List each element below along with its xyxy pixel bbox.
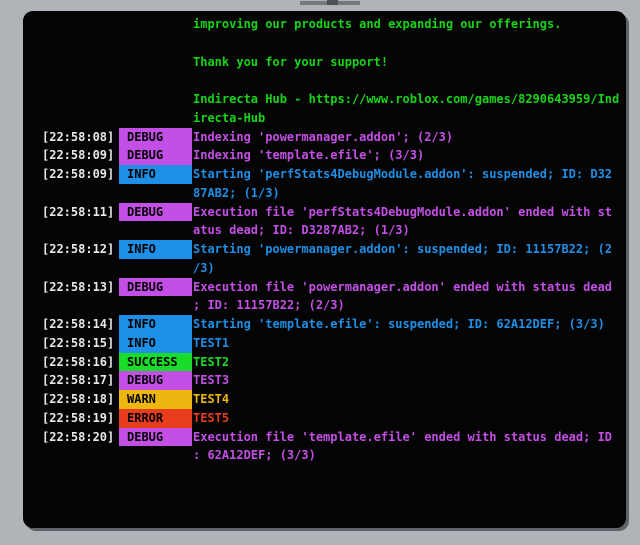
log-timestamp: [22:58:18] — [42, 392, 115, 406]
log-level-badge: DEBUG — [119, 127, 192, 147]
log-timestamp: [22:58:19] — [42, 410, 115, 425]
log-message: Execution file 'template.efile' ended wi… — [193, 429, 613, 463]
log-output: [22:58:08] DEBUG Indexing 'powermanager.… — [23, 127, 626, 466]
log-level-badge: INFO — [119, 315, 192, 334]
log-message: Execution file 'perfStats4DebugModule.ad… — [193, 204, 613, 238]
banner-line: irecta-Hub — [193, 110, 266, 125]
log-message: TEST3 — [193, 373, 230, 388]
log-level-badge: DEBUG — [119, 202, 192, 222]
log-message: TEST4 — [193, 392, 230, 406]
banner-text: improving our products and expanding our… — [23, 15, 626, 128]
banner-line — [193, 71, 626, 90]
log-level-badge: SUCCESS — [119, 352, 192, 372]
log-level-badge: INFO — [119, 333, 192, 353]
log-level-badge: WARN — [119, 390, 192, 409]
log-message: Indexing 'template.efile'; (3/3) — [193, 148, 425, 163]
log-entry: [22:58:11] DEBUG Execution file 'perfSta… — [23, 202, 626, 241]
log-entry: [22:58:16] SUCCESS TEST2 — [23, 352, 626, 372]
log-entry: [22:58:12] INFO Starting 'powermanager.a… — [23, 240, 626, 278]
banner-line: Indirecta Hub - https://www.roblox.com/g… — [193, 92, 620, 106]
log-level-badge: DEBUG — [119, 371, 192, 390]
log-timestamp: [22:58:20] — [42, 429, 115, 444]
terminal-window[interactable]: improving our products and expanding our… — [23, 11, 626, 528]
log-timestamp: [22:58:13] — [42, 279, 115, 294]
log-entry: [22:58:09] DEBUG Indexing 'template.efil… — [23, 146, 626, 165]
banner-line: improving our products and expanding our… — [193, 17, 562, 31]
log-level-badge: ERROR — [119, 408, 192, 428]
log-timestamp: [22:58:17] — [42, 373, 115, 388]
log-entry: [22:58:18] WARN TEST4 — [23, 390, 626, 409]
log-level-badge: INFO — [119, 165, 192, 184]
log-entry: [22:58:09] INFO Starting 'perfStats4Debu… — [23, 165, 626, 203]
log-entry: [22:58:19] ERROR TEST5 — [23, 408, 626, 428]
log-level-badge: DEBUG — [119, 277, 192, 297]
log-message: TEST1 — [193, 335, 230, 350]
desktop-top-bar-handle — [327, 0, 338, 5]
log-message: TEST5 — [193, 410, 230, 425]
log-level-badge: DEBUG — [119, 427, 192, 447]
log-entry: [22:58:17] DEBUG TEST3 — [23, 371, 626, 390]
log-timestamp: [22:58:14] — [42, 317, 115, 331]
log-entry: [22:58:14] INFO Starting 'template.efile… — [23, 315, 626, 334]
log-message: Starting 'perfStats4DebugModule.addon': … — [193, 167, 613, 200]
log-timestamp: [22:58:09] — [42, 148, 115, 163]
log-entry: [22:58:08] DEBUG Indexing 'powermanager.… — [23, 127, 626, 147]
log-message: Starting 'template.efile': suspended; ID… — [193, 317, 605, 331]
banner-line: Thank you for your support! — [193, 54, 389, 69]
log-entry: [22:58:13] DEBUG Execution file 'powerma… — [23, 277, 626, 316]
log-message: Execution file 'powermanager.addon' ende… — [193, 279, 613, 313]
log-timestamp: [22:58:16] — [42, 354, 115, 369]
log-timestamp: [22:58:11] — [42, 204, 115, 219]
log-timestamp: [22:58:09] — [42, 167, 115, 181]
log-timestamp: [22:58:15] — [42, 335, 115, 350]
log-message: Indexing 'powermanager.addon'; (2/3) — [193, 129, 454, 144]
log-entry: [22:58:15] INFO TEST1 — [23, 333, 626, 353]
log-level-badge: INFO — [119, 240, 192, 259]
log-level-badge: DEBUG — [119, 146, 192, 165]
log-timestamp: [22:58:12] — [42, 242, 115, 256]
log-message: TEST2 — [193, 354, 230, 369]
banner-line — [193, 34, 626, 53]
log-entry: [22:58:20] DEBUG Execution file 'templat… — [23, 427, 626, 466]
log-timestamp: [22:58:08] — [42, 129, 115, 144]
log-message: Starting 'powermanager.addon': suspended… — [193, 242, 613, 275]
